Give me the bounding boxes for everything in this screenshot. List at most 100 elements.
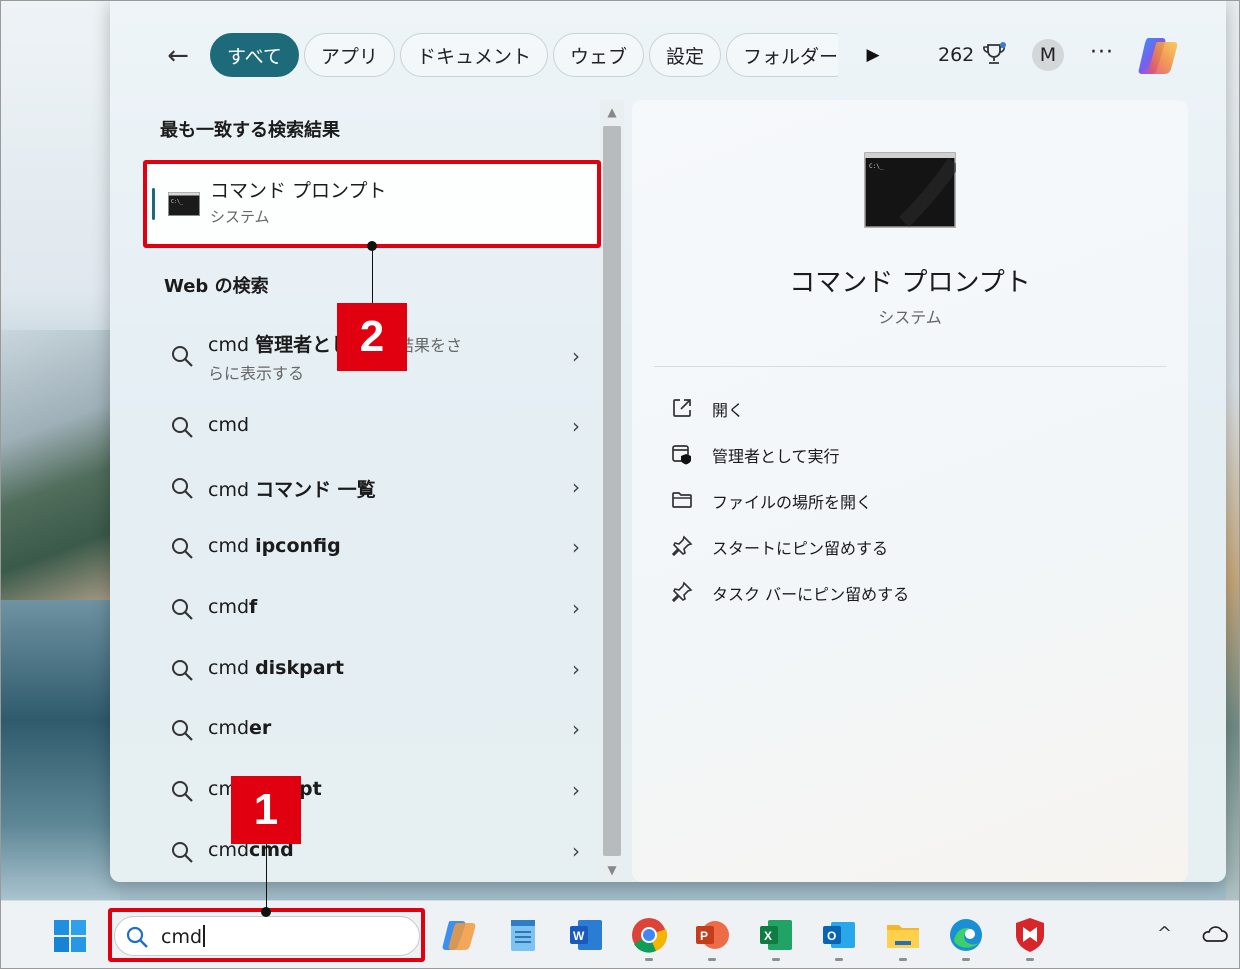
web-result-item[interactable]: cm pt ›	[160, 766, 602, 816]
action-label: タスク バーにピン留めする	[712, 585, 910, 604]
web-result-label: cmd 管理者とし - 検索結果をさ	[208, 334, 463, 356]
wallpaper-right-edge	[1226, 0, 1240, 969]
running-indicator	[645, 958, 653, 961]
open-external-icon	[673, 399, 691, 417]
running-indicator	[899, 958, 907, 961]
copilot-icon[interactable]	[1136, 34, 1182, 78]
search-icon	[172, 599, 193, 620]
running-indicator	[1026, 958, 1034, 961]
web-result-label: cmd コマンド 一覧	[208, 479, 376, 501]
wallpaper-lake	[0, 600, 120, 900]
web-result-item[interactable]: cmd diskpart ›	[160, 645, 602, 695]
chevron-right-icon: ›	[572, 778, 580, 802]
wallpaper-hill	[0, 330, 120, 610]
chevron-right-icon: ›	[572, 839, 580, 863]
mcafee-icon[interactable]	[1010, 915, 1050, 955]
callout-step-2: 2	[337, 303, 407, 371]
action-pin-to-taskbar[interactable]: タスク バーにピン留めする	[670, 574, 1150, 610]
web-result-item[interactable]: cmd ipconfig ›	[160, 523, 602, 573]
chip-documents[interactable]: ドキュメント	[399, 33, 548, 77]
more-filters-button[interactable]: ▶	[862, 44, 884, 66]
account-avatar[interactable]: M	[1032, 39, 1064, 71]
svg-text:W: W	[573, 929, 585, 943]
chevron-right-icon: ›	[572, 475, 580, 499]
chevron-right-icon: ›	[572, 596, 580, 620]
back-button[interactable]: ←	[160, 40, 196, 72]
copilot-app-icon[interactable]	[440, 915, 480, 955]
chip-apps[interactable]: アプリ	[303, 33, 395, 77]
action-label: 開く	[712, 401, 745, 420]
web-result-label: cmdf	[208, 596, 258, 618]
best-match-heading: 最も一致する検索結果	[160, 120, 340, 141]
running-indicator	[772, 958, 780, 961]
action-label: ファイルの場所を開く	[712, 493, 873, 512]
web-result-label: cmd	[208, 414, 250, 436]
chip-settings[interactable]: 設定	[648, 33, 721, 77]
powerpoint-icon[interactable]: P	[692, 915, 732, 955]
svg-text:X: X	[764, 929, 772, 943]
detail-divider	[654, 366, 1166, 367]
file-explorer-icon[interactable]	[883, 915, 923, 955]
windows-start-icon[interactable]	[53, 919, 87, 953]
action-label: スタートにピン留めする	[712, 539, 889, 558]
chevron-right-icon: ›	[572, 535, 580, 559]
show-hidden-icons-chevron-icon[interactable]: ^	[1157, 923, 1172, 944]
search-icon	[172, 417, 193, 438]
web-result-item[interactable]: cmd コマンド 一覧 ›	[160, 463, 602, 513]
action-open[interactable]: 開く	[670, 390, 1150, 426]
chevron-right-icon: ›	[572, 344, 580, 368]
detail-title: コマンド プロンプト	[789, 268, 1031, 298]
chevron-right-icon: ›	[572, 414, 580, 438]
excel-icon[interactable]: X	[756, 915, 796, 955]
web-result-label-continued: らに表示する	[208, 364, 305, 383]
more-options-button[interactable]: ···	[1090, 40, 1114, 65]
chevron-right-icon: ›	[572, 717, 580, 741]
search-panel: ← すべてアプリドキュメントウェブ設定フォルダー写 ▶ 262 M ···	[110, 0, 1226, 882]
run-as-admin-icon	[672, 445, 691, 465]
command-prompt-large-icon: C:\_	[864, 152, 956, 228]
callout-2-leader	[372, 246, 373, 304]
web-result-item[interactable]: cmder ›	[160, 705, 602, 755]
web-result-label: cmd ipconfig	[208, 535, 341, 557]
scrollbar-thumb[interactable]	[603, 126, 621, 856]
action-label: 管理者として実行	[712, 447, 840, 466]
result-detail-pane: C:\_ コマンド プロンプト システム 開く 管理者として実行 ファイルの場所…	[632, 100, 1188, 882]
search-filter-bar: ← すべてアプリドキュメントウェブ設定フォルダー写 ▶ 262 M ···	[110, 30, 1226, 82]
action-open-file-location[interactable]: ファイルの場所を開く	[670, 482, 1150, 518]
chip-all[interactable]: すべて	[210, 33, 299, 77]
web-result-item[interactable]: cmdcmd ›	[160, 827, 602, 877]
notepad-icon[interactable]	[503, 915, 543, 955]
chip-folders[interactable]: フォルダー	[725, 33, 838, 77]
search-icon	[172, 842, 193, 863]
outlook-icon[interactable]: O	[819, 915, 859, 955]
search-icon	[172, 538, 193, 559]
rewards-trophy-icon[interactable]	[980, 40, 1008, 68]
chrome-icon[interactable]	[629, 915, 669, 955]
chevron-right-icon: ›	[572, 657, 580, 681]
action-run-as-admin[interactable]: 管理者として実行	[670, 436, 1150, 472]
search-icon	[172, 660, 193, 681]
web-result-item[interactable]: cmd ›	[160, 402, 602, 452]
web-result-item[interactable]: cmdf ›	[160, 584, 602, 634]
search-icon	[172, 478, 193, 499]
scroll-up-icon[interactable]: ▲	[600, 100, 624, 124]
play-icon: ▶	[866, 45, 880, 65]
search-icon	[172, 781, 193, 802]
rewards-points[interactable]: 262	[938, 44, 974, 66]
back-arrow-icon: ←	[167, 41, 189, 71]
filter-chips: すべてアプリドキュメントウェブ設定フォルダー写	[210, 33, 838, 79]
chip-web[interactable]: ウェブ	[552, 33, 644, 77]
onedrive-cloud-icon[interactable]	[1200, 923, 1228, 945]
folder-icon	[672, 492, 692, 508]
svg-text:O: O	[827, 929, 836, 943]
edge-icon[interactable]	[946, 915, 986, 955]
search-icon	[172, 346, 193, 367]
running-indicator	[708, 958, 716, 961]
search-icon	[172, 720, 193, 741]
scroll-down-icon[interactable]: ▼	[600, 858, 624, 882]
word-icon[interactable]: W	[566, 915, 606, 955]
running-indicator	[835, 958, 843, 961]
action-pin-to-start[interactable]: スタートにピン留めする	[670, 528, 1150, 564]
results-scrollbar[interactable]: ▲ ▼	[600, 100, 624, 882]
highlight-best-match	[143, 160, 601, 248]
